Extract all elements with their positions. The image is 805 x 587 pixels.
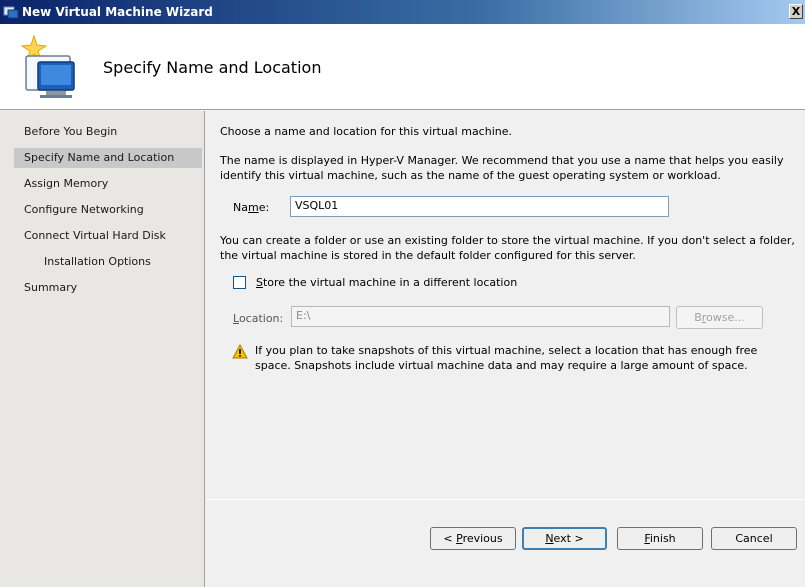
nav-item-assign-memory[interactable]: Assign Memory xyxy=(24,174,108,194)
store-location-label[interactable]: Store the virtual machine in a different… xyxy=(256,276,517,289)
nav-item-connect-virtual-hard-disk[interactable]: Connect Virtual Hard Disk xyxy=(24,226,166,246)
next-button[interactable]: Next > xyxy=(522,527,607,550)
page-title: Specify Name and Location xyxy=(103,58,322,77)
wizard-header: Specify Name and Location xyxy=(0,24,805,110)
location-label: Location: xyxy=(233,312,284,325)
browse-button[interactable]: Browse... xyxy=(676,306,763,329)
store-location-checkbox[interactable] xyxy=(233,276,246,289)
location-input[interactable]: E:\ xyxy=(291,306,670,327)
nav-item-installation-options[interactable]: Installation Options xyxy=(44,252,151,272)
hyper-v-icon xyxy=(3,6,19,19)
location-input-value: E:\ xyxy=(296,309,311,322)
wizard-content: Choose a name and location for this virt… xyxy=(206,111,805,587)
window-title: New Virtual Machine Wizard xyxy=(22,5,213,19)
nav-item-specify-name-and-location[interactable]: Specify Name and Location xyxy=(14,148,202,168)
folder-info-text: You can create a folder or use an existi… xyxy=(220,234,795,262)
name-input[interactable]: VSQL01 xyxy=(290,196,669,217)
previous-button[interactable]: < Previous xyxy=(430,527,516,550)
intro-text: Choose a name and location for this virt… xyxy=(220,125,512,138)
nav-item-before-you-begin[interactable]: Before You Begin xyxy=(24,122,117,142)
cancel-button[interactable]: Cancel xyxy=(711,527,797,550)
footer-divider xyxy=(206,499,805,500)
new-virtual-machine-icon xyxy=(20,34,75,98)
title-bar: New Virtual Machine Wizard X xyxy=(0,0,805,24)
nav-item-summary[interactable]: Summary xyxy=(24,278,77,298)
warning-icon xyxy=(232,344,248,359)
snapshot-warning-text: If you plan to take snapshots of this vi… xyxy=(255,344,758,372)
wizard-steps-nav: Before You Begin Specify Name and Locati… xyxy=(0,111,205,587)
nav-item-configure-networking[interactable]: Configure Networking xyxy=(24,200,144,220)
name-label: Name: xyxy=(233,201,270,214)
finish-button[interactable]: Finish xyxy=(617,527,703,550)
description-text: The name is displayed in Hyper-V Manager… xyxy=(220,154,784,182)
close-icon: X xyxy=(791,5,801,18)
name-input-value: VSQL01 xyxy=(295,199,339,212)
close-button[interactable]: X xyxy=(789,4,803,19)
